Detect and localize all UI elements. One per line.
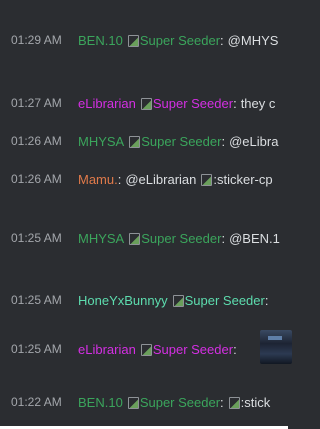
sticker-image: :sticker-cp: [200, 171, 273, 187]
message-colon: :: [233, 341, 237, 357]
message-colon: :: [117, 171, 122, 187]
broken-image-icon: [128, 134, 141, 148]
badge-label: Super Seeder: [152, 341, 234, 357]
username[interactable]: eLibrarian: [78, 96, 136, 111]
message-colon: :: [264, 292, 269, 308]
chat-message: 01:26 AM Mamu.: @eLibrarian :sticker-cp: [0, 169, 288, 189]
username[interactable]: eLibrarian: [78, 342, 136, 357]
broken-image-icon: [228, 395, 240, 409]
message-text: they c: [240, 95, 276, 111]
message-timestamp: 01:27 AM: [11, 96, 62, 110]
badge-label: Super Seeder: [141, 230, 222, 246]
message-timestamp: 01:29 AM: [11, 33, 62, 47]
sticker-alt-text: :sticker-cp: [213, 171, 273, 187]
username[interactable]: MHYSA: [78, 231, 124, 246]
super-seeder-badge: Super Seeder: [140, 96, 233, 111]
broken-image-icon: [128, 231, 141, 245]
sticker-alt-text: :stick: [240, 394, 271, 410]
message-timestamp: 01:26 AM: [11, 172, 62, 186]
message-colon: :: [233, 95, 237, 111]
chat-message: 01:22 AM BEN.10 Super Seeder: :stick: [0, 392, 288, 412]
chat-log: 01:29 AM BEN.10 Super Seeder: @MHYS 01:2…: [0, 0, 292, 429]
super-seeder-badge: Super Seeder: [127, 395, 220, 410]
broken-image-icon: [127, 33, 139, 47]
super-seeder-badge: Super Seeder: [128, 134, 221, 149]
message-timestamp: 01:25 AM: [11, 342, 62, 356]
badge-label: Super Seeder: [152, 95, 234, 111]
broken-image-icon: [200, 172, 213, 186]
message-text: @BEN.1: [229, 230, 280, 246]
chat-message: 01:25 AM MHYSA Super Seeder: @BEN.1: [0, 228, 288, 248]
username[interactable]: BEN.10: [78, 395, 123, 410]
chat-message: 01:26 AM MHYSA Super Seeder: @eLibra: [0, 131, 288, 151]
super-seeder-badge: Super Seeder: [127, 33, 220, 48]
message-colon: :: [220, 394, 224, 410]
chat-message: 01:27 AM eLibrarian Super Seeder: they c: [0, 93, 288, 113]
message-colon: :: [221, 230, 226, 246]
username[interactable]: MHYSA: [78, 134, 124, 149]
message-timestamp: 01:25 AM: [11, 231, 62, 245]
message-timestamp: 01:25 AM: [11, 293, 62, 307]
attachment-thumbnail[interactable]: [260, 330, 292, 364]
badge-label: Super Seeder: [141, 133, 222, 149]
super-seeder-badge: Super Seeder: [172, 293, 265, 308]
message-colon: :: [221, 133, 226, 149]
message-text: @eLibrarian: [125, 171, 197, 187]
chat-message: 01:29 AM BEN.10 Super Seeder: @MHYS: [0, 30, 288, 50]
username[interactable]: HoneYxBunnyy: [78, 293, 168, 308]
username[interactable]: BEN.10: [78, 33, 123, 48]
message-timestamp: 01:26 AM: [11, 134, 62, 148]
username[interactable]: Mamu.: [78, 172, 118, 187]
message-text: @eLibra: [229, 133, 279, 149]
message-text: @MHYS: [227, 32, 279, 48]
broken-image-icon: [127, 395, 139, 409]
broken-image-icon: [140, 342, 152, 356]
sticker-image: :stick: [228, 394, 271, 410]
badge-label: Super Seeder: [184, 292, 265, 308]
badge-label: Super Seeder: [139, 32, 221, 48]
super-seeder-badge: Super Seeder: [128, 231, 221, 246]
badge-label: Super Seeder: [139, 394, 221, 410]
super-seeder-badge: Super Seeder: [140, 342, 233, 357]
chat-message: 01:25 AM eLibrarian Super Seeder:: [0, 339, 288, 359]
broken-image-icon: [172, 293, 184, 307]
chat-message: 01:25 AM HoneYxBunnyy Super Seeder:: [0, 290, 288, 310]
broken-image-icon: [140, 96, 152, 110]
message-timestamp: 01:22 AM: [11, 395, 62, 409]
message-colon: :: [220, 32, 224, 48]
